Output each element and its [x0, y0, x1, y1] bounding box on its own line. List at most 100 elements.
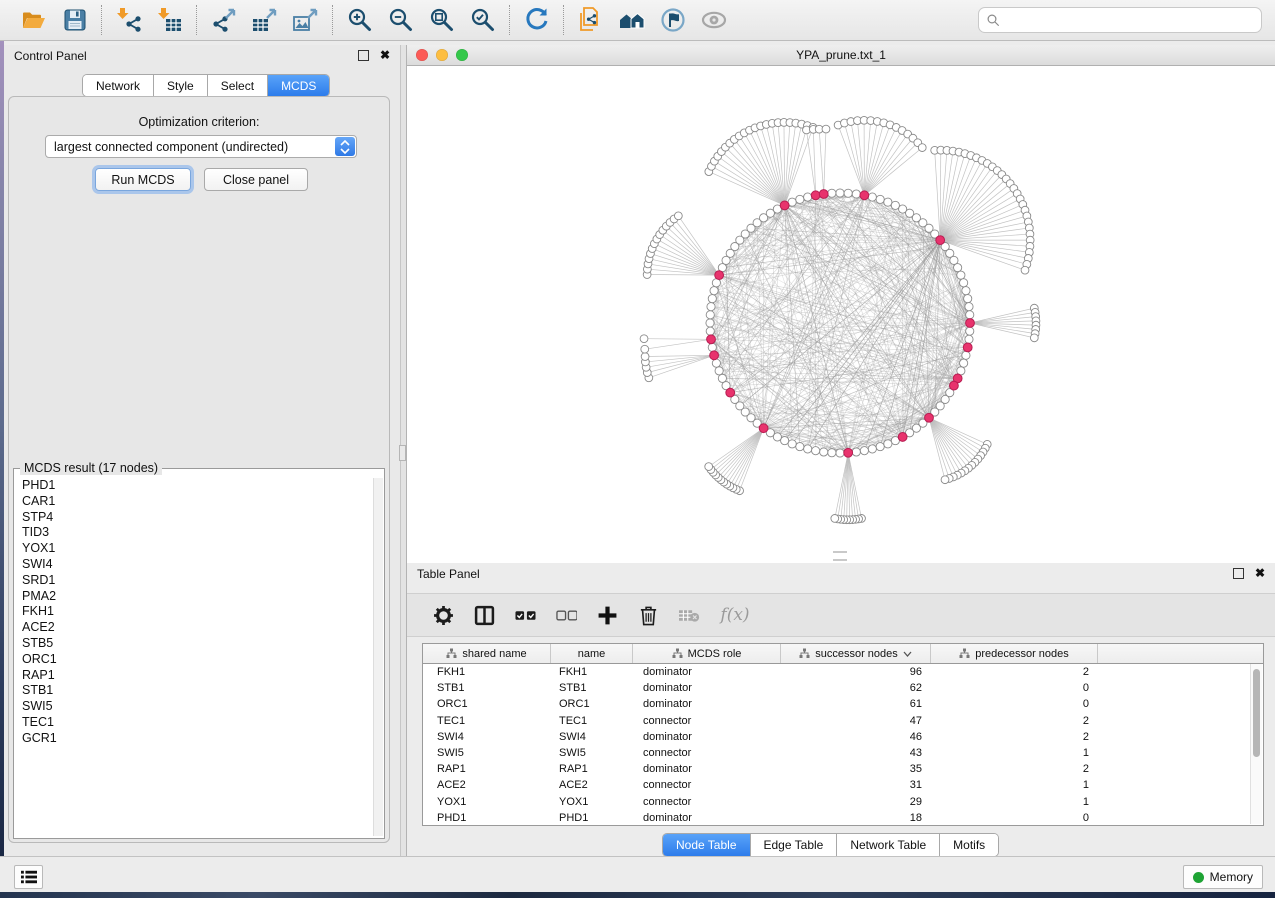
- graph-node-mcds[interactable]: [963, 343, 972, 352]
- graph-node[interactable]: [844, 189, 852, 197]
- graph-node[interactable]: [812, 447, 820, 455]
- table-row[interactable]: ORC1ORC1dominator610: [423, 696, 1263, 712]
- mcds-result-item[interactable]: SWI5: [22, 699, 373, 715]
- graph-node-mcds[interactable]: [844, 448, 853, 457]
- graph-node[interactable]: [836, 449, 844, 457]
- mcds-result-item[interactable]: FKH1: [22, 604, 373, 620]
- tab-node-table[interactable]: Node Table: [663, 834, 751, 856]
- first-neighbors-icon[interactable]: [618, 6, 646, 34]
- mcds-result-item[interactable]: GCR1: [22, 731, 373, 747]
- tab-mcds[interactable]: MCDS: [268, 75, 329, 96]
- table-row[interactable]: FKH1FKH1dominator962: [423, 664, 1263, 680]
- mcds-result-item[interactable]: YOX1: [22, 541, 373, 557]
- column-header-name[interactable]: name: [551, 644, 633, 663]
- mcds-result-item[interactable]: RAP1: [22, 668, 373, 684]
- graph-node[interactable]: [966, 311, 974, 319]
- graph-node-mcds[interactable]: [811, 191, 820, 200]
- mcds-result-item[interactable]: TID3: [22, 525, 373, 541]
- graph-node[interactable]: [960, 279, 968, 287]
- graph-node[interactable]: [852, 190, 860, 198]
- import-table-icon[interactable]: [156, 6, 184, 34]
- graph-node[interactable]: [965, 303, 973, 311]
- zoom-in-icon[interactable]: [346, 6, 374, 34]
- mcds-result-item[interactable]: SWI4: [22, 557, 373, 573]
- graph-node[interactable]: [796, 195, 804, 203]
- open-session-icon[interactable]: [20, 6, 48, 34]
- float-window-icon[interactable]: [358, 50, 369, 61]
- import-network-icon[interactable]: [115, 6, 143, 34]
- mcds-result-item[interactable]: SRD1: [22, 573, 373, 589]
- close-window-icon[interactable]: [416, 49, 428, 61]
- graph-node[interactable]: [966, 327, 974, 335]
- graph-node-mcds[interactable]: [898, 433, 907, 442]
- graph-node[interactable]: [962, 287, 970, 295]
- table-row[interactable]: TEC1TEC1connector472: [423, 713, 1263, 729]
- graph-node[interactable]: [707, 303, 715, 311]
- zoom-window-icon[interactable]: [456, 49, 468, 61]
- memory-button[interactable]: Memory: [1183, 865, 1263, 889]
- graph-node[interactable]: [962, 351, 970, 359]
- table-scrollbar[interactable]: [1250, 664, 1262, 824]
- mcds-result-item[interactable]: CAR1: [22, 494, 373, 510]
- export-table-icon[interactable]: [251, 6, 279, 34]
- column-header-predecessor-nodes[interactable]: predecessor nodes: [931, 644, 1098, 663]
- graph-node[interactable]: [674, 212, 682, 220]
- graph-node[interactable]: [960, 359, 968, 367]
- graph-node-mcds[interactable]: [726, 388, 735, 397]
- graph-node-mcds[interactable]: [707, 335, 716, 344]
- graph-node[interactable]: [718, 374, 726, 382]
- graph-node[interactable]: [706, 327, 714, 335]
- graph-node[interactable]: [828, 189, 836, 197]
- minimize-window-icon[interactable]: [436, 49, 448, 61]
- network-canvas[interactable]: [407, 66, 1275, 563]
- table-row[interactable]: SWI4SWI4dominator462: [423, 729, 1263, 745]
- graph-node-mcds[interactable]: [925, 413, 934, 422]
- graph-node[interactable]: [868, 445, 876, 453]
- save-session-icon[interactable]: [61, 6, 89, 34]
- mcds-result-item[interactable]: STB5: [22, 636, 373, 652]
- graph-node[interactable]: [957, 271, 965, 279]
- table-row[interactable]: RAP1RAP1dominator352: [423, 761, 1263, 777]
- clone-network-icon[interactable]: [577, 6, 605, 34]
- graph-node[interactable]: [822, 125, 830, 133]
- graph-node[interactable]: [712, 359, 720, 367]
- export-network-icon[interactable]: [210, 6, 238, 34]
- graph-node[interactable]: [641, 353, 649, 361]
- graph-node[interactable]: [876, 195, 884, 203]
- table-settings-icon[interactable]: [431, 603, 455, 627]
- table-row[interactable]: ACE2ACE2connector311: [423, 777, 1263, 793]
- show-columns-icon[interactable]: [472, 603, 496, 627]
- graph-node[interactable]: [788, 440, 796, 448]
- graph-node[interactable]: [706, 319, 714, 327]
- graph-node[interactable]: [868, 193, 876, 201]
- graph-node[interactable]: [836, 189, 844, 197]
- mcds-result-item[interactable]: STP4: [22, 510, 373, 526]
- graph-node[interactable]: [804, 445, 812, 453]
- splitter-grip[interactable]: [399, 445, 406, 461]
- graph-node[interactable]: [715, 367, 723, 375]
- add-column-icon[interactable]: [595, 603, 619, 627]
- graph-node[interactable]: [641, 345, 649, 353]
- optimization-criterion-select[interactable]: largest connected component (undirected): [45, 135, 357, 158]
- table-row[interactable]: STB1STB1dominator620: [423, 680, 1263, 696]
- close-table-panel-icon[interactable]: ✖: [1255, 567, 1265, 579]
- graph-node[interactable]: [831, 514, 839, 522]
- mcds-result-list[interactable]: PHD1CAR1STP4TID3YOX1SWI4SRD1PMA2FKH1ACE2…: [16, 478, 373, 836]
- zoom-fit-icon[interactable]: [428, 6, 456, 34]
- select-all-icon[interactable]: [513, 603, 537, 627]
- search-input[interactable]: [1001, 9, 1261, 31]
- mcds-result-item[interactable]: ORC1: [22, 652, 373, 668]
- table-row[interactable]: PHD1PHD1dominator180: [423, 810, 1263, 826]
- mcds-result-item[interactable]: STB1: [22, 683, 373, 699]
- graph-node-mcds[interactable]: [759, 424, 768, 433]
- tab-network-table[interactable]: Network Table: [837, 834, 940, 856]
- column-header-MCDS-role[interactable]: MCDS role: [633, 644, 781, 663]
- graph-node[interactable]: [708, 295, 716, 303]
- graph-node[interactable]: [640, 335, 648, 343]
- graph-node[interactable]: [884, 440, 892, 448]
- close-panel-icon[interactable]: ✖: [380, 49, 390, 61]
- graph-node[interactable]: [1030, 334, 1038, 342]
- mcds-result-item[interactable]: PHD1: [22, 478, 373, 494]
- graph-node-mcds[interactable]: [710, 351, 719, 360]
- graph-node-mcds[interactable]: [819, 190, 828, 199]
